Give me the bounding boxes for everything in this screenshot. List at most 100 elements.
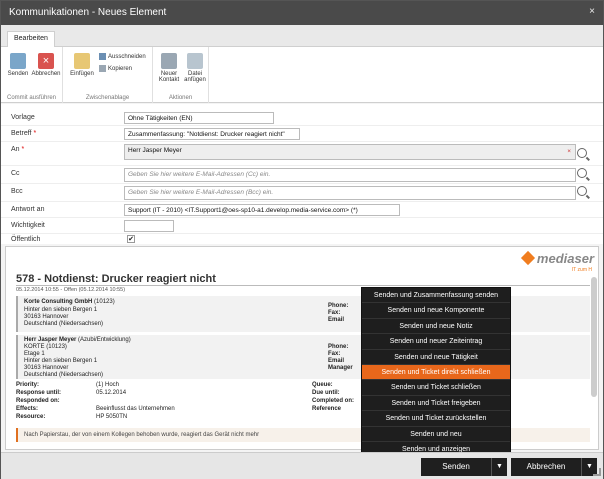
company-logo: mediaser [520, 250, 594, 266]
title-bar: Kommunikationen - Neues Element × [1, 1, 603, 25]
cancel-button[interactable]: Abbrechen [511, 458, 581, 476]
ticket-subtitle: 05.12.2014 10:55 - Offen (05.12.2014 10:… [16, 287, 126, 293]
contact-icon [161, 53, 177, 69]
bcc-label: Bcc [11, 188, 23, 195]
ribbon-send-label: Senden [7, 71, 29, 77]
dialog-footer: Senden ▼ Abbrechen ▼ [1, 452, 603, 479]
search-icon[interactable] [577, 148, 587, 158]
paste-icon [74, 53, 90, 69]
row-bcc: Bcc Geben Sie hier weitere E-Mail-Adress… [1, 184, 603, 202]
ribbon-send-button[interactable]: Senden [5, 53, 31, 77]
subject-input[interactable]: Zusammenfassung: "Notdienst: Drucker rea… [124, 128, 300, 140]
group-clipboard: Einfügen Ausschneiden Kopieren Zwischena… [63, 47, 153, 103]
company-phone-label: Phone: [328, 303, 349, 309]
recipient-token[interactable]: Herr Jasper Meyer [128, 147, 182, 154]
send-dropdown-toggle[interactable]: ▼ [491, 458, 507, 476]
ribbon-cancel-label: Abbrechen [31, 71, 61, 77]
send-options-menu: Senden und Zusammenfassung senden Senden… [361, 287, 511, 459]
row-betreff: Betreff * Zusammenfassung: "Notdienst: D… [1, 126, 603, 142]
menu-item[interactable]: Senden und Ticket freigeben [362, 396, 510, 412]
copy-label: Kopieren [108, 66, 133, 73]
importance-select[interactable] [124, 220, 174, 232]
contact-region: Deutschland (Niedersachsen) [24, 372, 104, 378]
search-icon[interactable] [577, 168, 587, 178]
group-label-actions: Aktionen [168, 95, 193, 101]
close-icon[interactable]: × [589, 6, 595, 17]
window-title: Kommunikationen - Neues Element [9, 7, 167, 18]
new-contact-label: Neuer Kontakt [158, 71, 180, 83]
group-label-commit: Commit ausführen [6, 95, 57, 101]
tab-bearbeiten[interactable]: Bearbeiten [7, 31, 55, 47]
company-region: Deutschland (Niedersachsen) [24, 321, 104, 327]
public-checkbox[interactable]: ✔ [127, 235, 135, 243]
preview-scrollbar[interactable] [591, 277, 597, 397]
contact-city: 30163 Hannover [24, 365, 69, 371]
message-form: Vorlage Ohne Tätigkeiten (EN) Betreff * … [1, 104, 603, 244]
row-an: An * Herr Jasper Meyer × [1, 142, 603, 166]
group-commit: Senden × Abbrechen Commit ausführen [1, 47, 63, 103]
logo-tagline: IT zum H [571, 267, 592, 273]
cc-input[interactable]: Geben Sie hier weitere E-Mail-Adressen (… [124, 168, 576, 182]
send-icon [10, 53, 26, 69]
cc-label: Cc [11, 170, 20, 177]
reply-to-select[interactable]: Support (IT - 2010) <IT.Support1@oes-sp1… [124, 204, 400, 216]
ribbon-tabs: Bearbeiten [1, 25, 603, 47]
group-label-clipboard: Zwischenablage [85, 95, 130, 101]
contact-email-label: Email [328, 358, 345, 364]
cut-button[interactable]: Ausschneiden [99, 53, 146, 60]
menu-item[interactable]: Senden und neu [362, 427, 510, 442]
search-icon[interactable] [577, 186, 587, 196]
contact-floor: Etage 1 [24, 351, 45, 357]
menu-item[interactable]: Senden und Zusammenfassung senden [362, 288, 510, 304]
antwort-label: Antwort an [11, 206, 45, 213]
cancel-icon: × [38, 53, 54, 69]
vorlage-label: Vorlage [11, 114, 35, 121]
betreff-label: Betreff * [11, 130, 37, 137]
paste-button[interactable]: Einfügen [67, 53, 97, 77]
menu-item[interactable]: Senden und neuer Zeiteintrag [362, 334, 510, 350]
an-label: An * [11, 146, 25, 153]
resize-handle[interactable] [593, 468, 601, 476]
scissors-icon [99, 53, 106, 60]
contact-street: Hinter den sieben Bergen 1 [24, 358, 98, 364]
new-contact-button[interactable]: Neuer Kontakt [156, 53, 182, 83]
copy-icon [99, 65, 106, 72]
menu-item[interactable]: Senden und Ticket schließen [362, 380, 510, 396]
vorlage-select[interactable]: Ohne Tätigkeiten (EN) [124, 112, 274, 124]
wichtigkeit-label: Wichtigkeit [11, 222, 45, 229]
company-city: 30163 Hannover [24, 314, 69, 320]
row-antwort: Antwort an Support (IT - 2010) <IT.Suppo… [1, 202, 603, 218]
cut-label: Ausschneiden [108, 54, 146, 61]
divider [16, 285, 590, 286]
group-actions: Neuer Kontakt Datei anfügen Aktionen [153, 47, 209, 103]
menu-item[interactable]: Senden und neue Notiz [362, 319, 510, 335]
row-vorlage: Vorlage Ohne Tätigkeiten (EN) [1, 110, 603, 126]
menu-item[interactable]: Senden und neue Komponente [362, 303, 510, 319]
ticket-title: 578 - Notdienst: Drucker reagiert nicht [16, 273, 216, 285]
company-name: Korte Consulting GmbH [24, 299, 93, 305]
paste-label: Einfügen [70, 71, 94, 77]
contact-fax-label: Fax: [328, 351, 341, 357]
ribbon: Senden × Abbrechen Commit ausführen Einf… [1, 47, 603, 103]
contact-phone-label: Phone: [328, 344, 349, 350]
menu-item[interactable]: Senden und Ticket zurückstellen [362, 411, 510, 427]
contact-manager-label: Manager [328, 365, 353, 371]
copy-button[interactable]: Kopieren [99, 65, 132, 72]
attach-file-button[interactable]: Datei anfügen [182, 53, 208, 83]
to-field[interactable]: Herr Jasper Meyer × [124, 144, 576, 160]
send-button[interactable]: Senden [421, 458, 491, 476]
company-fax-label: Fax: [328, 310, 341, 316]
oeffentlich-label: Öffentlich [11, 236, 41, 243]
company-email-label: Email [328, 317, 345, 323]
company-street: Hinter den sieben Bergen 1 [24, 307, 98, 313]
bcc-input[interactable]: Geben Sie hier weitere E-Mail-Adressen (… [124, 186, 576, 200]
row-cc: Cc Geben Sie hier weitere E-Mail-Adresse… [1, 166, 603, 184]
contact-company: KORTE (10123) [24, 344, 67, 350]
menu-item-active[interactable]: Senden und Ticket direkt schließen [362, 364, 510, 381]
ribbon-cancel-button[interactable]: × Abbrechen [31, 53, 61, 77]
remove-recipient-icon[interactable]: × [567, 148, 571, 155]
menu-item[interactable]: Senden und neue Tätigkeit [362, 350, 510, 365]
contact-name: Herr Jasper Meyer [24, 337, 77, 343]
dialog-window: Kommunikationen - Neues Element × Bearbe… [0, 0, 604, 479]
attach-file-label: Datei anfügen [184, 71, 206, 83]
